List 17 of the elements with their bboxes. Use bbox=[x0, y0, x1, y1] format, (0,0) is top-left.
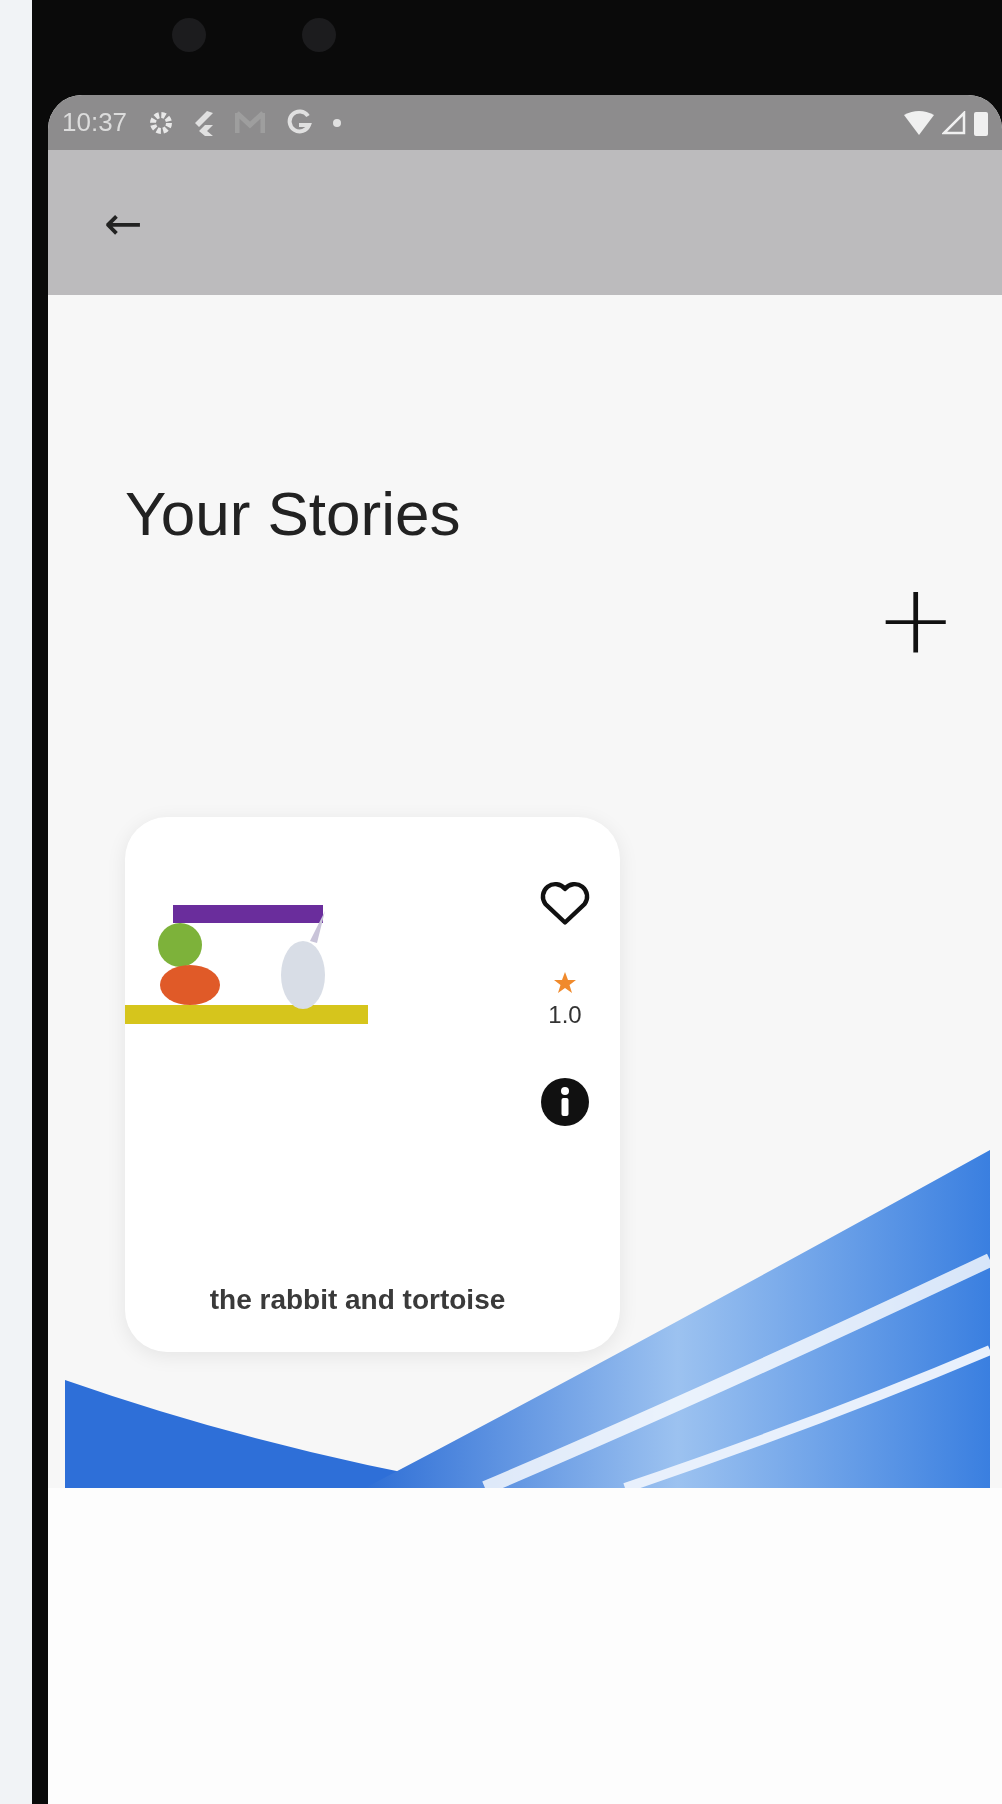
info-button[interactable] bbox=[540, 1077, 590, 1127]
page-title: Your Stories bbox=[125, 478, 462, 549]
flutter-logo-icon bbox=[193, 108, 216, 137]
dot-icon bbox=[333, 118, 342, 127]
favorite-button[interactable] bbox=[539, 879, 591, 927]
status-time: 10:37 bbox=[62, 107, 128, 138]
wifi-icon bbox=[904, 110, 934, 135]
story-card[interactable]: 1.0 the rabbit and tortoise bbox=[125, 817, 620, 1352]
rating-value: 1.0 bbox=[548, 1001, 582, 1029]
signal-icon bbox=[942, 110, 966, 135]
g-letter-icon bbox=[285, 108, 314, 137]
back-button[interactable]: ← bbox=[96, 195, 151, 250]
gear-icon bbox=[149, 110, 174, 135]
star-icon bbox=[553, 971, 577, 995]
story-title: the rabbit and tortoise bbox=[208, 1284, 507, 1317]
add-button[interactable]: + bbox=[875, 571, 956, 667]
battery-icon bbox=[974, 109, 988, 136]
